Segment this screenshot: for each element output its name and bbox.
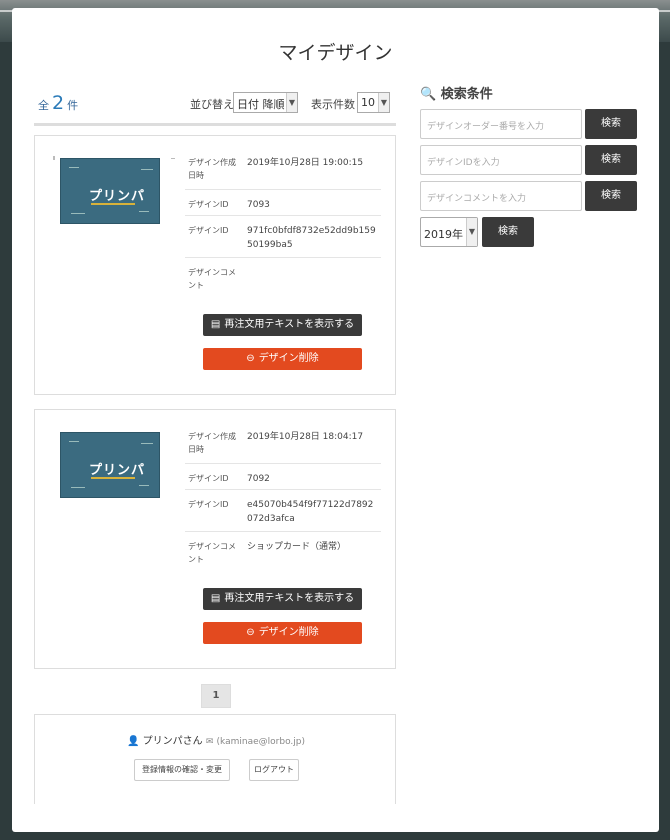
sort-label: 並び替え [190,98,234,111]
user-panel: 👤 プリンパさん ✉ (kaminae@lorbo.jp) 登録情報の確認・変更… [34,714,396,804]
delete-design-button[interactable]: ⊖ デザイン削除 [203,348,362,370]
document-icon: ▤ [210,319,221,330]
order-id-value: 7093 [247,200,270,210]
design-id-value: e45070b454f9f77122d7892072d3afca [247,500,374,524]
minus-circle-icon: ⊖ [246,353,255,364]
search-button[interactable]: 検索 [585,181,637,211]
order-id-value: 7092 [247,474,270,484]
document-icon: ▤ [210,593,221,604]
user-icon: 👤 [126,736,140,747]
search-button[interactable]: 検索 [585,109,637,139]
search-button[interactable]: 検索 [585,145,637,175]
order-number-input[interactable]: デザインオーダー番号を入力 [420,109,582,139]
design-id-value: 971fc0bfdf8732e52dd9b15950199ba5 [247,226,376,250]
mail-icon: ✉ [205,737,214,747]
divider [34,123,396,126]
reorder-text-button[interactable]: ▤ 再注文用テキストを表示する [203,588,362,610]
design-id-input[interactable]: デザインIDを入力 [420,145,582,175]
perpage-label: 表示件数 [311,98,355,111]
modal-title: マイデザイン [278,42,393,64]
delete-design-button[interactable]: ⊖ デザイン削除 [203,622,362,644]
my-design-modal: マイデザイン 全2件 並び替え 日付 降順 ▼ 表示件数 10 ▼ プリンパ デ… [12,8,659,832]
user-email: (kaminae@lorbo.jp) [216,737,306,747]
year-select[interactable]: 2019年 ▼ [420,217,478,247]
design-card: プリンパ デザイン作成日時 2019年10月28日 19:00:15 デザインI… [34,135,396,395]
perpage-select[interactable]: 10 ▼ [357,92,390,113]
page-button-1[interactable]: 1 [201,684,231,708]
design-info: デザイン作成日時 2019年10月28日 19:00:15 デザインID 709… [185,148,381,298]
design-card: プリンパ デザイン作成日時 2019年10月28日 18:04:17 デザインI… [34,409,396,669]
created-value: 2019年10月28日 19:00:15 [247,158,364,168]
logout-button[interactable]: ログアウト [249,759,299,781]
chevron-down-icon: ▼ [466,218,477,246]
design-thumbnail[interactable]: プリンパ [60,158,160,224]
user-name: プリンパさん [142,736,203,747]
comment-value: ショップカード（通常） [247,542,347,552]
chevron-down-icon: ▼ [286,93,297,112]
created-value: 2019年10月28日 18:04:17 [247,432,364,442]
design-thumbnail[interactable]: プリンパ [60,432,160,498]
reorder-text-button[interactable]: ▤ 再注文用テキストを表示する [203,314,362,336]
result-count: 全2件 [38,92,79,114]
minus-circle-icon: ⊖ [246,627,255,638]
search-icon: 🔍 [420,87,437,102]
design-info: デザイン作成日時 2019年10月28日 18:04:17 デザインID 709… [185,422,381,572]
search-title: 🔍 検索条件 [420,87,493,102]
search-button[interactable]: 検索 [482,217,534,247]
design-comment-input[interactable]: デザインコメントを入力 [420,181,582,211]
chevron-down-icon: ▼ [378,93,389,112]
edit-profile-button[interactable]: 登録情報の確認・変更 [134,759,230,781]
sort-select[interactable]: 日付 降順 ▼ [233,92,298,113]
